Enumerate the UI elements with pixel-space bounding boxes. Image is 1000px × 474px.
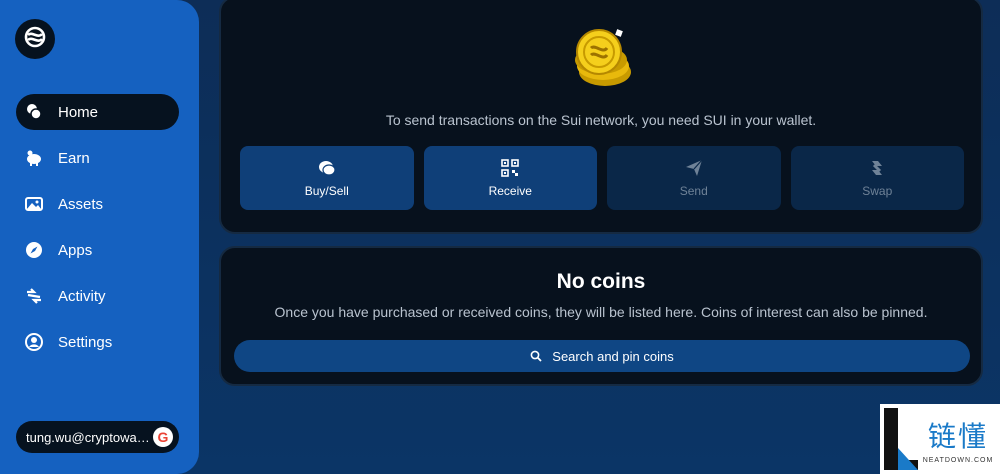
search-pin-coins-button[interactable]: Search and pin coins bbox=[234, 340, 970, 372]
wallet-notice: To send transactions on the Sui network,… bbox=[385, 112, 817, 128]
sidebar-nav: Home Earn Assets Apps Activity Settings bbox=[16, 94, 179, 370]
watermark-logo: 链懂 NEATDOWN.COM bbox=[880, 404, 1000, 474]
account-email: tung.wu@cryptowallet.com bbox=[26, 429, 151, 445]
sidebar-item-label: Settings bbox=[58, 333, 113, 351]
action-label: Receive bbox=[488, 184, 532, 198]
coin-icon bbox=[317, 158, 337, 178]
no-coins-description: Once you have purchased or received coin… bbox=[274, 304, 928, 320]
no-coins-title: No coins bbox=[556, 270, 646, 293]
watermark-cn: 链懂 bbox=[927, 419, 988, 453]
search-icon bbox=[530, 350, 542, 362]
sidebar-item-label: Apps bbox=[58, 241, 93, 259]
sidebar-item-label: Assets bbox=[58, 195, 104, 213]
qr-code-icon bbox=[500, 158, 520, 178]
sidebar-item-label: Home bbox=[58, 103, 99, 121]
watermark-text: 链懂 NEATDOWN.COM bbox=[920, 415, 1000, 464]
sidebar-item-label: Earn bbox=[58, 149, 90, 167]
logo-icon bbox=[23, 25, 47, 54]
watermark-en: NEATDOWN.COM bbox=[922, 456, 994, 464]
paper-plane-icon bbox=[684, 158, 704, 178]
piggy-bank-icon bbox=[24, 148, 44, 168]
image-icon bbox=[24, 194, 44, 214]
swap-button[interactable]: Swap bbox=[790, 146, 964, 210]
gold-coins-illustration bbox=[569, 26, 637, 94]
coins-icon bbox=[24, 102, 44, 122]
account-chip[interactable]: tung.wu@cryptowallet.com G bbox=[16, 421, 179, 453]
compass-icon bbox=[24, 240, 44, 260]
buy-sell-button[interactable]: Buy/Sell bbox=[240, 146, 414, 210]
google-icon: G bbox=[153, 427, 173, 447]
watermark-mark bbox=[880, 404, 920, 474]
receive-button[interactable]: Receive bbox=[423, 146, 597, 210]
coins-panel: No coins Once you have purchased or rece… bbox=[219, 246, 983, 386]
sidebar-item-home[interactable]: Home bbox=[16, 94, 179, 130]
swap-icon bbox=[867, 158, 887, 178]
wallet-actions: Buy/Sell Receive Send Swap bbox=[240, 146, 964, 210]
user-circle-icon bbox=[24, 332, 44, 352]
action-label: Buy/Sell bbox=[304, 184, 349, 198]
sidebar-item-label: Activity bbox=[58, 287, 106, 305]
activity-icon bbox=[24, 286, 44, 306]
sidebar-item-earn[interactable]: Earn bbox=[16, 140, 179, 176]
app-logo[interactable] bbox=[15, 19, 55, 59]
search-pin-coins-label: Search and pin coins bbox=[552, 348, 674, 364]
sidebar-item-settings[interactable]: Settings bbox=[16, 324, 179, 360]
sidebar-item-apps[interactable]: Apps bbox=[16, 232, 179, 268]
send-button[interactable]: Send bbox=[607, 146, 781, 210]
sidebar-item-assets[interactable]: Assets bbox=[16, 186, 179, 222]
action-label: Send bbox=[679, 184, 708, 198]
wallet-panel: To send transactions on the Sui network,… bbox=[219, 0, 983, 234]
sidebar-item-activity[interactable]: Activity bbox=[16, 278, 179, 314]
action-label: Swap bbox=[862, 184, 893, 198]
sidebar: Home Earn Assets Apps Activity Settings … bbox=[0, 0, 199, 474]
